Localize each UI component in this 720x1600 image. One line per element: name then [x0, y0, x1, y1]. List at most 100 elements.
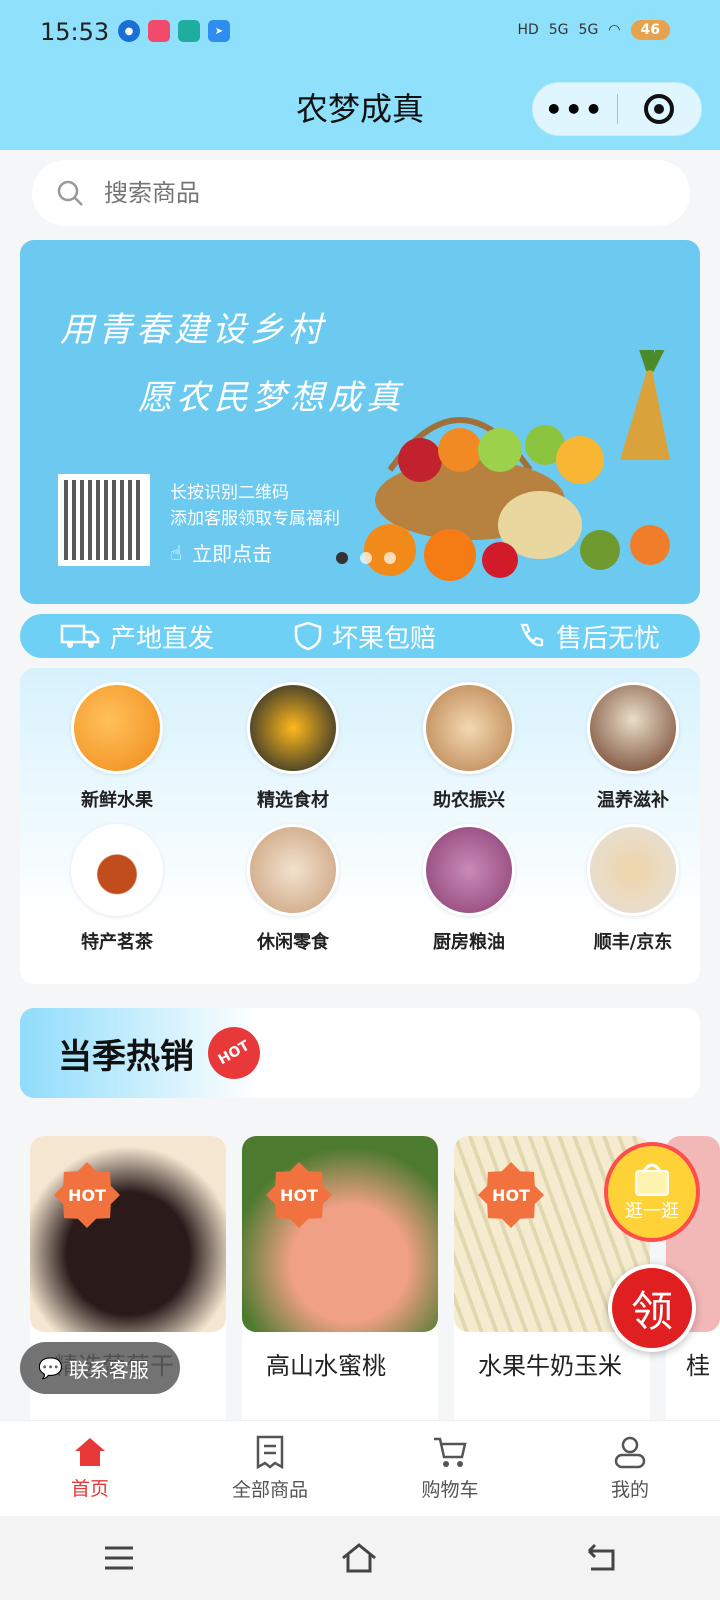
category-label: 休闲零食 [257, 932, 329, 953]
battery-icon: 46 [630, 20, 670, 40]
miniprogram-capsule: ••• [532, 82, 702, 136]
category-image [423, 682, 515, 774]
user-icon [614, 1436, 646, 1469]
tab-label: 全部商品 [231, 1479, 308, 1501]
category-image [423, 824, 515, 916]
hot-tag: HOT [478, 1162, 544, 1228]
category-image [247, 824, 339, 916]
category-image [587, 824, 679, 916]
hd-icon: HD [517, 22, 539, 38]
search-input[interactable] [102, 178, 602, 208]
product-name: 桂 [686, 1352, 710, 1380]
product-image: HOT [242, 1136, 438, 1332]
boss-icon [178, 20, 200, 42]
message-icon: ● [118, 20, 140, 42]
tab-label: 购物车 [421, 1479, 479, 1501]
tap-hand-icon: ☝ [170, 540, 183, 565]
pagination-dot[interactable] [384, 552, 396, 564]
category-image [247, 682, 339, 774]
feature-after-sales: 售后无忧 [516, 618, 660, 655]
feature-direct-shipping: 产地直发 [60, 618, 214, 655]
product-image: HOT [30, 1136, 226, 1332]
feature-label: 产地直发 [109, 623, 214, 654]
customer-service-label: 联系客服 [68, 1357, 149, 1382]
home-icon [75, 1438, 105, 1466]
category-nourishing[interactable]: 温养滋补 [568, 682, 698, 812]
service-features-bar: 产地直发 坏果包赔 售后无忧 [20, 614, 700, 658]
home-nav-icon[interactable] [340, 1542, 378, 1574]
chat-icon: 💬 [38, 1356, 63, 1380]
shopping-bag-icon [635, 1163, 669, 1196]
tab-mine[interactable]: 我的 [540, 1421, 720, 1516]
hot-tag: HOT [266, 1162, 332, 1228]
back-icon[interactable] [583, 1543, 617, 1573]
promo-banner[interactable]: 用青春建设乡村 愿农民梦想成真 长按识别二维码 添加客服领取专属福利 ☝ 立即点… [20, 240, 700, 604]
hot-tag: HOT [54, 1162, 120, 1228]
banner-click-label: 立即点击 [192, 542, 273, 566]
close-miniprogram-button[interactable] [618, 94, 702, 124]
shield-icon [294, 621, 322, 651]
category-selected-ingredients[interactable]: 精选食材 [228, 682, 358, 812]
category-label: 精选食材 [257, 790, 329, 811]
product-name: 水果牛奶玉米 [478, 1352, 622, 1380]
app-icon [148, 20, 170, 42]
customer-service-button[interactable]: 💬 联系客服 [20, 1342, 180, 1394]
browse-label: 逛一逛 [625, 1201, 679, 1222]
feature-label: 坏果包赔 [331, 623, 436, 654]
phone-icon [520, 623, 544, 647]
signal-icon-2: 5G [578, 22, 599, 38]
status-notification-icons: ● ➤ [118, 20, 230, 42]
tab-cart[interactable]: 购物车 [360, 1421, 540, 1516]
banner-slogan-1: 用青春建设乡村 [60, 310, 326, 350]
category-image [71, 824, 163, 916]
banner-pagination [336, 552, 396, 564]
tab-home[interactable]: 首页 [0, 1421, 180, 1516]
status-time: 15:53 [40, 18, 110, 46]
category-label: 新鲜水果 [81, 790, 153, 811]
tab-all-products[interactable]: 全部商品 [180, 1421, 360, 1516]
browse-float-button[interactable]: 逛一逛 [604, 1142, 700, 1242]
pagination-dot[interactable] [336, 552, 348, 564]
coupon-float-button[interactable]: 领 [608, 1264, 696, 1352]
feature-bad-fruit-compensation: 坏果包赔 [294, 618, 436, 655]
category-express-shipping[interactable]: 顺丰/京东 [568, 824, 698, 954]
category-grid: 新鲜水果 精选食材 助农振兴 温养滋补 特产茗茶 休闲零食 厨房粮油 顺丰/京东 [20, 668, 700, 984]
send-icon: ➤ [208, 20, 230, 42]
banner-click-button[interactable]: ☝ 立即点击 [170, 538, 272, 567]
tab-label: 我的 [610, 1479, 649, 1501]
category-image [587, 682, 679, 774]
wifi-icon: ◠ [608, 22, 621, 38]
more-button[interactable]: ••• [533, 93, 617, 126]
product-card[interactable]: HOT 高山水蜜桃 [242, 1136, 438, 1436]
category-fresh-fruit[interactable]: 新鲜水果 [52, 682, 182, 812]
category-snacks[interactable]: 休闲零食 [228, 824, 358, 954]
category-specialty-tea[interactable]: 特产茗茶 [52, 824, 182, 954]
category-label: 顺丰/京东 [593, 932, 673, 953]
product-name: 高山水蜜桃 [266, 1352, 386, 1380]
category-help-farmers[interactable]: 助农振兴 [404, 682, 534, 812]
cart-icon [434, 1437, 467, 1467]
bottom-tab-bar: 首页 全部商品 购物车 我的 [0, 1420, 720, 1516]
search-icon [57, 180, 83, 206]
category-kitchen-grain-oil[interactable]: 厨房粮油 [404, 824, 534, 954]
category-label: 特产茗茶 [81, 932, 153, 953]
category-image [71, 682, 163, 774]
pagination-dot[interactable] [360, 552, 372, 564]
qr-code [58, 474, 150, 566]
category-label: 厨房粮油 [433, 932, 505, 953]
feature-label: 售后无忧 [555, 623, 660, 654]
section-title: 当季热销 [58, 1036, 194, 1077]
category-label: 助农振兴 [433, 790, 505, 811]
truck-icon [60, 624, 100, 648]
tab-label: 首页 [70, 1478, 109, 1500]
search-bar[interactable] [32, 160, 690, 226]
top-bar: 15:53 ● ➤ HD 5G 5G ◠ 46 农梦成真 ••• [0, 0, 720, 150]
signal-icon-1: 5G [548, 22, 569, 38]
hot-sales-header: 当季热销 HOT [20, 1008, 700, 1098]
hot-badge: HOT [198, 1017, 270, 1089]
menu-icon[interactable] [103, 1545, 135, 1571]
banner-tip-2: 添加客服领取专属福利 [170, 509, 340, 529]
fruit-basket-image [364, 350, 670, 581]
document-icon [256, 1435, 284, 1469]
status-right: HD 5G 5G ◠ 46 [517, 20, 670, 40]
